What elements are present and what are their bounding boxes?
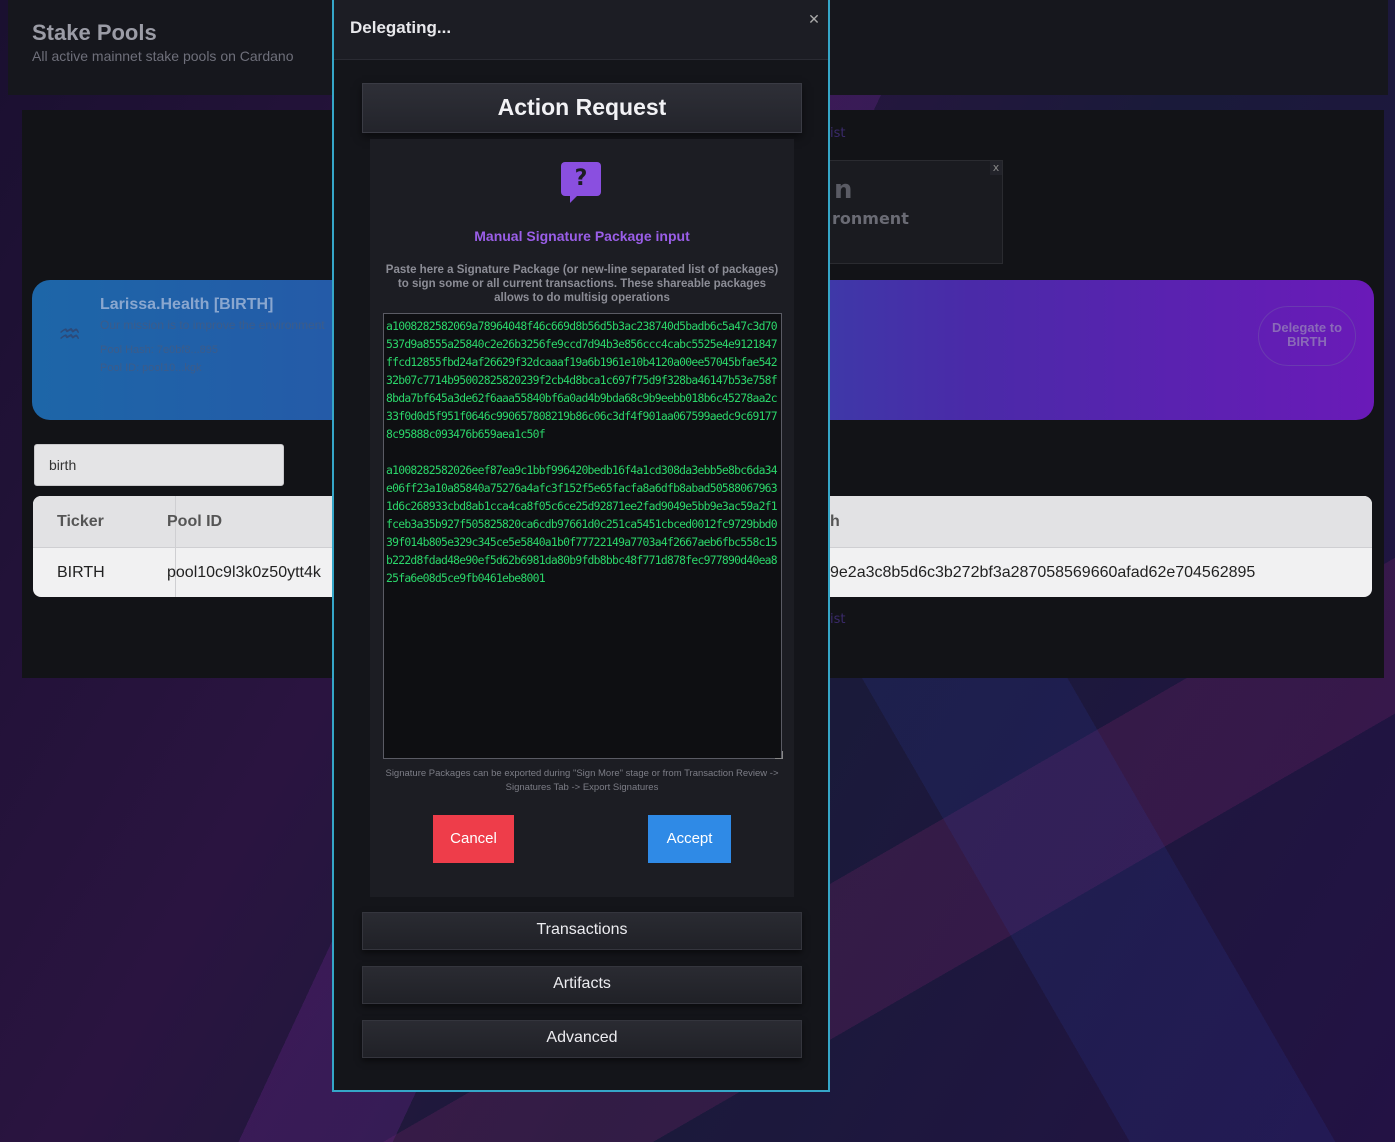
signature-input-panel: ? Manual Signature Package input Paste h…: [370, 139, 794, 897]
signature-input-help: Paste here a Signature Package (or new-l…: [385, 264, 779, 304]
table-cell-ticker: BIRTH: [57, 564, 105, 581]
pool-description: Our mission is to improve the environmen…: [100, 318, 325, 332]
column-header-pool-id[interactable]: Pool ID: [167, 513, 222, 531]
close-icon[interactable]: ✕: [806, 12, 822, 28]
ghost-list-link-top: ist: [830, 126, 846, 141]
pool-swim-icon: ♒: [58, 320, 82, 350]
pool-id: Pool ID: pool10...kgk: [100, 362, 202, 374]
signature-package-textarea[interactable]: a1008282582069a78964048f46c669d8b56d5b3a…: [383, 313, 782, 759]
pool-hash: Pool Hash: 7e0bf8...895: [100, 344, 219, 356]
page-subtitle: All active mainnet stake pools on Cardan…: [32, 48, 294, 64]
page-title: Stake Pools: [32, 20, 157, 45]
delegating-modal: Delegating... ✕ Action Request ? Manual …: [332, 0, 830, 1092]
ghost-toast: n ronment x: [829, 160, 1003, 264]
table-cell-pool-id: pool10c9l3k0z50ytt4k: [167, 564, 321, 581]
accept-button[interactable]: Accept: [648, 815, 731, 863]
modal-title: Delegating...: [350, 18, 452, 37]
column-header-hash[interactable]: h: [830, 513, 840, 531]
pool-name[interactable]: Larissa.Health [BIRTH]: [100, 296, 273, 314]
search-input[interactable]: birth: [34, 444, 284, 486]
ghost-toast-close-icon[interactable]: x: [990, 161, 1002, 175]
signature-input-title: Manual Signature Package input: [474, 228, 690, 244]
action-request-header: Action Request: [362, 83, 802, 133]
ghost-toast-title: n: [834, 175, 853, 205]
transactions-section[interactable]: Transactions: [362, 912, 802, 950]
question-bubble-icon: ?: [561, 162, 601, 196]
modal-header: Delegating... ✕: [334, 0, 828, 60]
question-bubble-tail: [570, 195, 578, 203]
resize-grip-icon[interactable]: [775, 751, 783, 759]
artifacts-section[interactable]: Artifacts: [362, 966, 802, 1004]
column-header-ticker[interactable]: Ticker: [57, 513, 104, 531]
advanced-section[interactable]: Advanced: [362, 1020, 802, 1058]
ghost-toast-text: ronment: [832, 209, 909, 228]
cancel-button[interactable]: Cancel: [433, 815, 514, 863]
ghost-list-link-bottom: ist: [830, 612, 846, 627]
table-cell-hash: 9e2a3c8b5d6c3b272bf3a287058569660afad62e…: [830, 564, 1256, 581]
signature-export-note: Signature Packages can be exported durin…: [385, 768, 779, 793]
delegate-button[interactable]: Delegate to BIRTH: [1258, 306, 1356, 366]
